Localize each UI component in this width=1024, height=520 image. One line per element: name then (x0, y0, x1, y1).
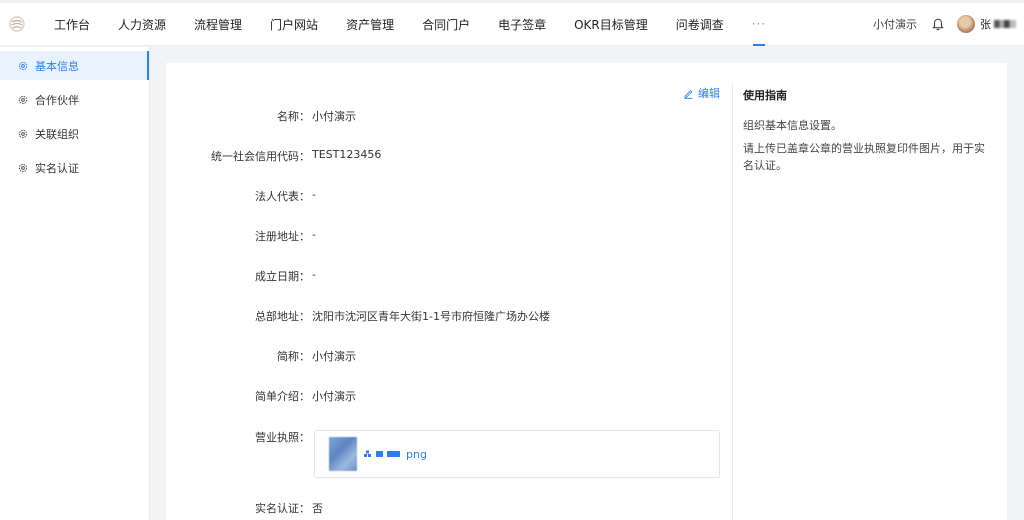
redacted-file-name (376, 451, 400, 457)
nav-item-okr[interactable]: OKR目标管理 (560, 3, 662, 46)
sidebar-item-basic-info[interactable]: 基本信息 (0, 51, 149, 80)
main-nav: 工作台 人力资源 流程管理 门户网站 资产管理 合同门户 电子签章 OKR目标管… (40, 3, 780, 46)
field-hq-address: 总部地址： 沈阳市沈河区青年大街1-1号市府恒隆广场办公楼 (166, 308, 726, 324)
top-bar: 工作台 人力资源 流程管理 门户网站 资产管理 合同门户 电子签章 OKR目标管… (0, 0, 1024, 46)
field-value: - (312, 188, 316, 201)
sidebar-item-verification[interactable]: 实名认证 (0, 153, 149, 182)
nav-item-assets[interactable]: 资产管理 (332, 3, 408, 46)
guide-title: 使用指南 (743, 89, 787, 102)
field-value: 小付演示 (312, 350, 356, 363)
bell-icon[interactable] (931, 17, 945, 31)
pencil-icon (683, 88, 694, 99)
vertical-divider (732, 83, 733, 520)
guide-paragraph: 请上传已盖章公章的营业执照复印件图片，用于实名认证。 (743, 142, 985, 172)
license-file-link[interactable]: png (406, 448, 427, 461)
nav-item-workflow[interactable]: 流程管理 (180, 3, 256, 46)
guide-paragraph: 组织基本信息设置。 (743, 119, 842, 132)
org-switcher[interactable]: 小付演示 (873, 16, 917, 32)
sidebar-item-label: 关联组织 (35, 127, 79, 141)
field-value: 小付演示 (312, 390, 356, 403)
nav-item-esign[interactable]: 电子签章 (484, 3, 560, 46)
nav-item-survey[interactable]: 问卷调查 (662, 3, 738, 46)
field-label: 实名认证： (255, 502, 310, 515)
field-label: 简单介绍： (255, 390, 310, 403)
redacted-text (994, 20, 1016, 28)
license-file-card[interactable]: png (314, 430, 720, 478)
field-value: 否 (312, 502, 323, 515)
field-registered-address: 注册地址： - (166, 228, 726, 244)
image-file-icon (363, 449, 373, 459)
edit-label: 编辑 (698, 87, 720, 100)
basic-info-form: 编辑 名称： 小付演示 统一社会信用代码： TEST123456 法人代表： -… (166, 63, 732, 520)
gear-icon (18, 95, 28, 105)
sidebar-item-label: 实名认证 (35, 161, 79, 175)
field-label: 统一社会信用代码： (211, 150, 310, 163)
sidebar-item-label: 合作伙伴 (35, 93, 79, 107)
field-short-name: 简称： 小付演示 (166, 348, 726, 364)
field-intro: 简单介绍： 小付演示 (166, 388, 726, 404)
field-label: 营业执照： (255, 431, 310, 444)
sidebar: 基本信息 合作伙伴 关联组织 实名认证 (0, 47, 150, 520)
nav-item-hr[interactable]: 人力资源 (104, 3, 180, 46)
field-value: - (312, 268, 316, 281)
field-label: 名称： (277, 110, 310, 123)
field-value: TEST123456 (312, 148, 382, 161)
field-label: 注册地址： (255, 230, 310, 243)
user-name-text: 张 (980, 18, 991, 31)
gear-icon (18, 61, 28, 71)
field-label: 法人代表： (255, 190, 310, 203)
gear-icon (18, 129, 28, 139)
app-logo-icon[interactable] (0, 3, 34, 46)
field-label: 成立日期： (255, 270, 310, 283)
main-card: 编辑 名称： 小付演示 统一社会信用代码： TEST123456 法人代表： -… (166, 63, 1007, 520)
field-legal-rep: 法人代表： - (166, 188, 726, 204)
nav-more-button[interactable]: ··· (738, 3, 780, 46)
field-founded-date: 成立日期： - (166, 268, 726, 284)
edit-button[interactable]: 编辑 (683, 85, 720, 101)
sidebar-item-related-orgs[interactable]: 关联组织 (0, 119, 149, 148)
license-thumbnail[interactable] (329, 437, 357, 471)
field-verified: 实名认证： 否 (166, 500, 726, 516)
avatar[interactable] (957, 15, 975, 33)
nav-item-workbench[interactable]: 工作台 (40, 3, 104, 46)
user-menu[interactable]: 张 (980, 16, 1016, 32)
sidebar-item-partners[interactable]: 合作伙伴 (0, 85, 149, 114)
nav-item-contracts[interactable]: 合同门户 (408, 3, 484, 46)
header-right: 小付演示 张 (873, 3, 1024, 46)
gear-icon (18, 163, 28, 173)
field-label: 总部地址： (255, 310, 310, 323)
field-value: 沈阳市沈河区青年大街1-1号市府恒隆广场办公楼 (312, 310, 550, 323)
field-value: 小付演示 (312, 110, 356, 123)
field-credit-code: 统一社会信用代码： TEST123456 (166, 148, 726, 164)
field-label: 简称： (277, 350, 310, 363)
field-name: 名称： 小付演示 (166, 108, 726, 124)
sidebar-item-label: 基本信息 (35, 59, 79, 73)
usage-guide: 使用指南 组织基本信息设置。 请上传已盖章公章的营业执照复印件图片，用于实名认证… (743, 87, 993, 180)
field-value: - (312, 228, 316, 241)
nav-item-portal[interactable]: 门户网站 (256, 3, 332, 46)
